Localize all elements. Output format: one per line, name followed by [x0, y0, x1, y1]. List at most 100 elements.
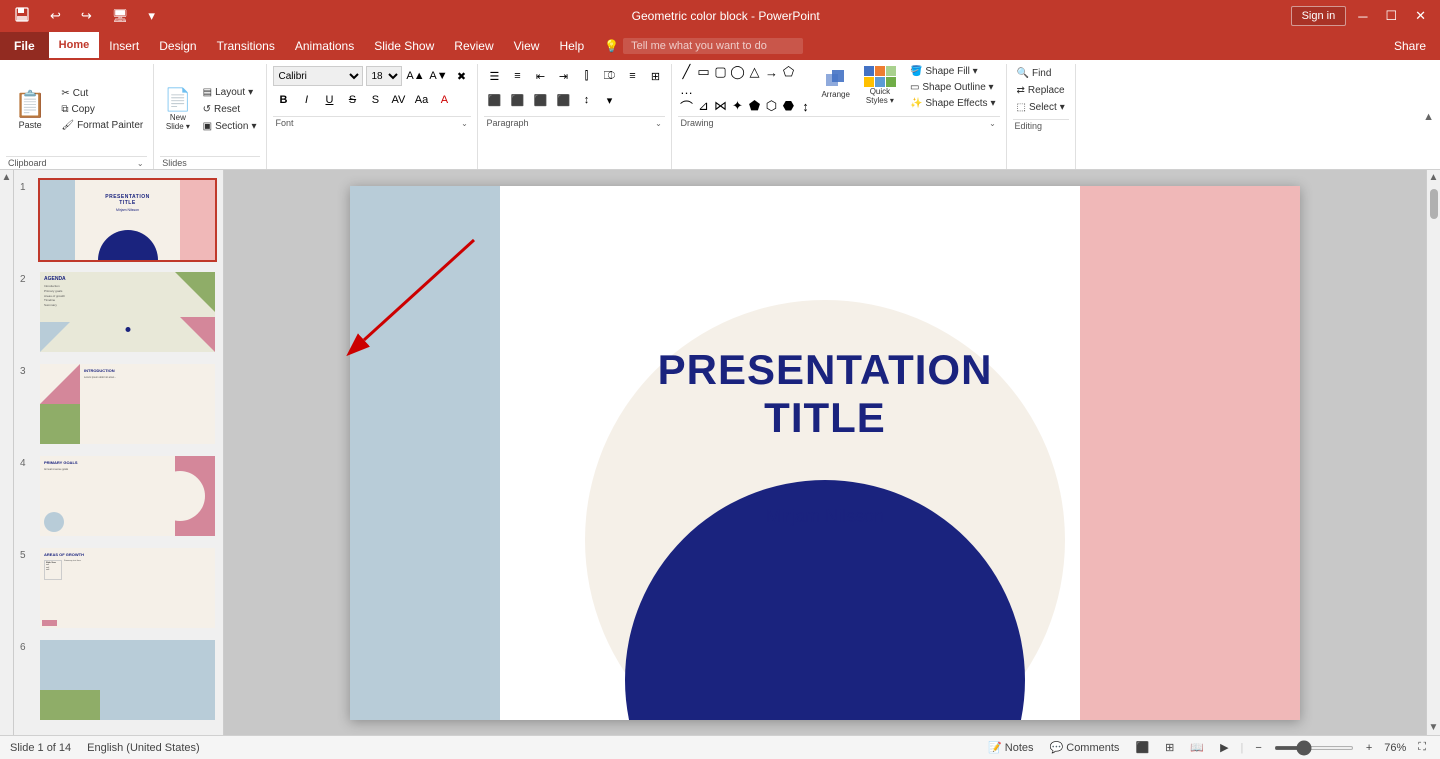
- align-left-button[interactable]: ⬛: [484, 90, 504, 110]
- customize-qat-button[interactable]: 🖥: [106, 6, 135, 26]
- char-spacing-button[interactable]: AV: [388, 90, 408, 110]
- underline-button[interactable]: U: [319, 90, 339, 110]
- ribbon-collapse-button[interactable]: ▲: [1417, 64, 1440, 169]
- shape-s1[interactable]: ⌒: [678, 98, 694, 114]
- reading-view-button[interactable]: 📖: [1186, 739, 1208, 756]
- more-shapes[interactable]: …: [678, 81, 694, 97]
- pentagon-shape[interactable]: ⬠: [780, 64, 796, 80]
- round-rect-shape[interactable]: ▢: [712, 64, 728, 80]
- normal-view-button[interactable]: ⬛: [1131, 739, 1153, 756]
- slide-thumb-4[interactable]: PRIMARY GOALS Annual revenue goals: [38, 454, 217, 538]
- italic-button[interactable]: I: [296, 90, 316, 110]
- line-shape[interactable]: ╱: [678, 64, 694, 80]
- section-button[interactable]: ▣ Section ▾: [199, 119, 261, 134]
- change-case-button[interactable]: Aa: [411, 90, 431, 110]
- restore-button[interactable]: ☐: [1379, 6, 1403, 26]
- transitions-tab[interactable]: Transitions: [207, 32, 285, 60]
- qat-dropdown[interactable]: ▾: [142, 6, 161, 26]
- scroll-up-left[interactable]: ▲: [0, 170, 13, 185]
- arrange-button[interactable]: Arrange: [817, 64, 853, 101]
- comments-button[interactable]: 💬 Comments: [1046, 739, 1124, 756]
- oval-shape[interactable]: ◯: [729, 64, 745, 80]
- arrow-shape[interactable]: →: [763, 64, 779, 80]
- shape-s7[interactable]: ⬣: [780, 98, 796, 114]
- justify-button[interactable]: ⬛: [553, 90, 573, 110]
- shape-s2[interactable]: ⊿: [695, 98, 711, 114]
- slideshow-button[interactable]: ▶: [1216, 739, 1232, 756]
- find-button[interactable]: 🔍 Find: [1013, 66, 1069, 81]
- shape-s3[interactable]: ⋈: [712, 98, 728, 114]
- copy-button[interactable]: ⧉ Copy: [57, 102, 147, 117]
- align-text-button[interactable]: ≡: [622, 66, 642, 86]
- font-expand[interactable]: ⌄: [459, 118, 469, 128]
- slide-thumb-3[interactable]: INTRODUCTION Lorem ipsum dolor sit amet.…: [38, 362, 217, 446]
- paste-button[interactable]: 📋 Paste: [6, 87, 54, 132]
- slide-sorter-button[interactable]: ⊞: [1161, 739, 1178, 756]
- slide-thumb-5[interactable]: AREAS OF GROWTH Slide View row1row2row3 …: [38, 546, 217, 630]
- increase-font-button[interactable]: A▲: [405, 66, 425, 86]
- slide-thumb-6[interactable]: [38, 638, 217, 722]
- shadow-button[interactable]: S: [365, 90, 385, 110]
- fit-slide-button[interactable]: ⛶: [1414, 739, 1430, 756]
- cut-button[interactable]: ✂ Cut: [57, 86, 147, 101]
- paragraph-expand[interactable]: ⌄: [653, 118, 663, 128]
- font-name-select[interactable]: Calibri: [273, 66, 363, 86]
- home-tab[interactable]: Home: [49, 32, 100, 60]
- share-button[interactable]: Share: [1380, 39, 1440, 53]
- shape-s6[interactable]: ⬡: [763, 98, 779, 114]
- new-slide-button[interactable]: 📄 NewSlide ▾: [160, 85, 195, 133]
- slide-canvas[interactable]: PRESENTATIONTITLE Mirjam Nilsson: [350, 186, 1300, 720]
- slide-thumb-1[interactable]: PRESENTATIONTITLE Mirjam Nilsson: [38, 178, 217, 262]
- scroll-up-button[interactable]: ▲: [1427, 170, 1440, 185]
- animations-tab[interactable]: Animations: [285, 32, 364, 60]
- increase-indent-button[interactable]: ⇥: [553, 66, 573, 86]
- align-center-button[interactable]: ⬛: [507, 90, 527, 110]
- line-spacing-dropdown[interactable]: ▾: [599, 90, 619, 110]
- save-button[interactable]: [8, 5, 36, 28]
- close-button[interactable]: ✕: [1409, 6, 1432, 26]
- triangle-shape[interactable]: △: [746, 64, 762, 80]
- shape-outline-button[interactable]: ▭ Shape Outline ▾: [906, 80, 1000, 95]
- zoom-in-button[interactable]: +: [1362, 740, 1376, 756]
- columns-button[interactable]: ⫿: [576, 66, 596, 86]
- replace-button[interactable]: ⇄ Replace: [1013, 83, 1069, 98]
- align-right-button[interactable]: ⬛: [530, 90, 550, 110]
- clear-format-button[interactable]: ✖: [451, 66, 471, 86]
- zoom-out-button[interactable]: −: [1251, 740, 1265, 756]
- numbered-list-button[interactable]: ≡: [507, 66, 527, 86]
- scroll-down-button[interactable]: ▼: [1427, 720, 1440, 735]
- shape-effects-button[interactable]: ✨ Shape Effects ▾: [906, 96, 1000, 111]
- rect-shape[interactable]: ▭: [695, 64, 711, 80]
- reset-button[interactable]: ↺ Reset: [199, 102, 261, 117]
- tell-me-input[interactable]: [623, 38, 803, 54]
- text-direction-button[interactable]: ⎄: [599, 66, 619, 86]
- font-size-select[interactable]: 18: [366, 66, 402, 86]
- line-spacing-button[interactable]: ↕: [576, 90, 596, 110]
- design-tab[interactable]: Design: [149, 32, 206, 60]
- insert-tab[interactable]: Insert: [99, 32, 149, 60]
- scroll-thumb[interactable]: [1430, 189, 1438, 219]
- help-tab[interactable]: Help: [549, 32, 594, 60]
- quick-styles-button[interactable]: QuickStyles ▾: [858, 64, 902, 107]
- slide-title[interactable]: PRESENTATIONTITLE: [658, 346, 993, 442]
- slideshow-tab[interactable]: Slide Show: [364, 32, 444, 60]
- sign-in-button[interactable]: Sign in: [1291, 6, 1347, 26]
- notes-button[interactable]: 📝 Notes: [984, 739, 1037, 756]
- decrease-indent-button[interactable]: ⇤: [530, 66, 550, 86]
- bullets-button[interactable]: ☰: [484, 66, 504, 86]
- review-tab[interactable]: Review: [444, 32, 503, 60]
- shape-s5[interactable]: ⬟: [746, 98, 762, 114]
- clipboard-expand[interactable]: ⌄: [135, 158, 145, 168]
- bold-button[interactable]: B: [273, 90, 293, 110]
- view-tab[interactable]: View: [504, 32, 550, 60]
- file-menu[interactable]: File: [0, 32, 49, 60]
- redo-button[interactable]: ↪: [75, 6, 98, 26]
- decrease-font-button[interactable]: A▼: [428, 66, 448, 86]
- shape-s4[interactable]: ✦: [729, 98, 745, 114]
- slide-subtitle[interactable]: Mirjam Nilsson: [766, 506, 884, 527]
- layout-button[interactable]: ▤ Layout ▾: [199, 85, 261, 100]
- smartart-button[interactable]: ⊞: [645, 66, 665, 86]
- select-button[interactable]: ⬚ Select ▾: [1013, 100, 1069, 115]
- shape-fill-button[interactable]: 🪣 Shape Fill ▾: [906, 64, 1000, 79]
- slide-thumb-2[interactable]: AGENDA IntroductionPrimary goalsAreas of…: [38, 270, 217, 354]
